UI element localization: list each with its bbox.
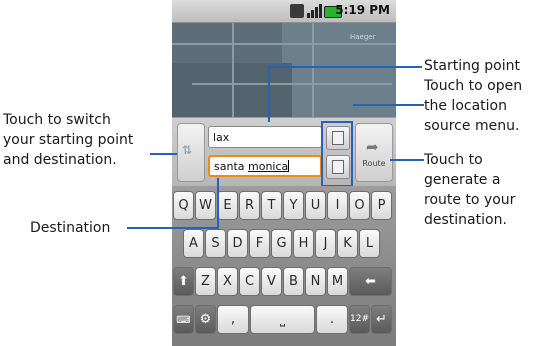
callout-start-line: Touch to open — [424, 78, 523, 94]
soft-keyboard: Q W E R T Y U I O P A S D F G H J K L ⬆ … — [172, 186, 396, 346]
key-l[interactable]: L — [359, 229, 380, 258]
callout-line-destination — [217, 178, 219, 228]
key-m[interactable]: M — [327, 267, 348, 296]
swap-button[interactable]: ⇅ — [177, 123, 205, 182]
key-k[interactable]: K — [337, 229, 358, 258]
destination-value-prefix: santa — [214, 160, 248, 173]
callout-start: Starting point Touch to open the locatio… — [424, 56, 522, 136]
key-i[interactable]: I — [327, 191, 348, 220]
key-y[interactable]: Y — [283, 191, 304, 220]
key-d[interactable]: D — [227, 229, 248, 258]
key-s[interactable]: S — [205, 229, 226, 258]
gps-icon — [290, 4, 304, 18]
symbols-key[interactable]: 12# — [349, 305, 370, 334]
callout-line-start — [268, 66, 422, 68]
map-road — [312, 23, 314, 117]
key-c[interactable]: C — [239, 267, 260, 296]
callout-route-line: destination. — [424, 212, 507, 228]
key-p[interactable]: P — [371, 191, 392, 220]
callout-route-line: Touch to — [424, 152, 483, 168]
starting-point-field[interactable]: lax — [208, 126, 322, 148]
route-button-label: Route — [362, 159, 386, 168]
map-place-label: Haeger — [350, 33, 376, 41]
space-key[interactable]: ⎵ — [250, 305, 315, 334]
gear-icon: ⚙ — [199, 312, 212, 327]
key-q[interactable]: Q — [173, 191, 194, 220]
key-w[interactable]: W — [195, 191, 216, 220]
key-b[interactable]: B — [283, 267, 304, 296]
key-o[interactable]: O — [349, 191, 370, 220]
phone-screen: 5:19 PM Haeger ⇅ lax santa monica ➦ Rout… — [172, 0, 396, 346]
period-key[interactable]: . — [316, 305, 348, 334]
callout-destination: Destination — [30, 220, 111, 236]
key-a[interactable]: A — [183, 229, 204, 258]
callout-swap-line: Touch to switch — [3, 112, 111, 128]
destination-value-composing: monica — [248, 160, 289, 173]
key-z[interactable]: Z — [195, 267, 216, 296]
map-land — [282, 23, 396, 117]
destination-field[interactable]: santa monica — [208, 155, 322, 177]
comma-key[interactable]: , — [217, 305, 249, 334]
callout-line-swap — [150, 153, 177, 155]
callout-swap: Touch to switch your starting point and … — [3, 110, 133, 170]
callout-start-line: the location — [424, 98, 507, 114]
callout-route: Touch to generate a route to your destin… — [424, 150, 515, 230]
shift-key[interactable]: ⬆ — [173, 267, 194, 296]
key-r[interactable]: R — [239, 191, 260, 220]
key-u[interactable]: U — [305, 191, 326, 220]
key-v[interactable]: V — [261, 267, 282, 296]
callout-swap-line: and destination. — [3, 152, 117, 168]
status-bar: 5:19 PM — [172, 0, 396, 23]
key-h[interactable]: H — [293, 229, 314, 258]
signal-icon — [307, 4, 322, 18]
key-f[interactable]: F — [249, 229, 270, 258]
starting-point-value: lax — [213, 131, 230, 144]
location-source-highlight — [321, 121, 353, 187]
key-e[interactable]: E — [217, 191, 238, 220]
callout-start-line: source menu. — [424, 118, 520, 134]
swap-icon: ⇅ — [182, 143, 193, 157]
shift-icon: ⬆ — [178, 274, 189, 289]
key-t[interactable]: T — [261, 191, 282, 220]
callout-swap-line: your starting point — [3, 132, 134, 148]
backspace-icon: ⬅ — [365, 274, 376, 289]
route-icon: ➦ — [366, 138, 379, 156]
clock: 5:19 PM — [335, 3, 390, 17]
callout-route-line: route to your — [424, 192, 516, 208]
route-button[interactable]: ➦ Route — [355, 123, 393, 182]
map-road — [192, 83, 392, 85]
key-n[interactable]: N — [305, 267, 326, 296]
enter-icon: ↵ — [376, 312, 387, 327]
callout-line-start — [268, 66, 270, 122]
text-cursor — [288, 160, 290, 172]
map-road — [232, 23, 234, 117]
enter-key[interactable]: ↵ — [371, 305, 392, 334]
key-x[interactable]: X — [217, 267, 238, 296]
route-panel: ⇅ lax santa monica ➦ Route — [172, 117, 396, 187]
space-icon: ⎵ — [279, 312, 286, 327]
keyboard-icon: ⌨ — [176, 315, 191, 326]
callout-line-destination — [127, 227, 219, 229]
callout-line-source — [353, 104, 424, 106]
keyboard-mode-key[interactable]: ⌨ — [173, 305, 194, 334]
callout-start-line: Starting point — [424, 58, 521, 74]
callout-route-line: generate a — [424, 172, 501, 188]
key-j[interactable]: J — [315, 229, 336, 258]
settings-key[interactable]: ⚙ — [195, 305, 216, 334]
key-g[interactable]: G — [271, 229, 292, 258]
map-road — [172, 43, 396, 45]
map-view[interactable]: Haeger — [172, 23, 396, 117]
backspace-key[interactable]: ⬅ — [349, 267, 392, 296]
callout-line-route — [390, 159, 424, 161]
